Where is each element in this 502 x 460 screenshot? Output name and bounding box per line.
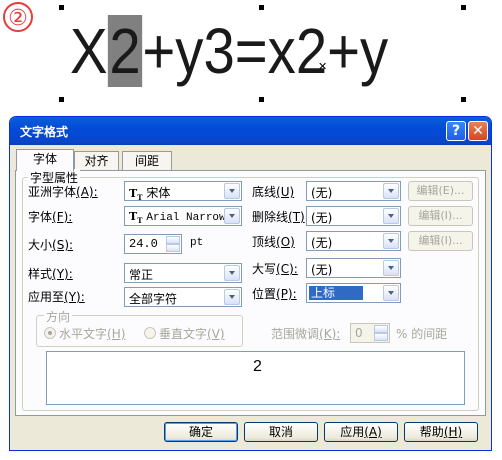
asian-font-label: 亚洲字体(A): (28, 185, 98, 199)
size-stepper[interactable]: 24.0 (124, 234, 182, 254)
cancel-button[interactable]: 取消 (244, 422, 318, 442)
position-select[interactable]: 上标 (306, 283, 401, 303)
caps-label: 大写(C): (252, 262, 298, 276)
ok-button[interactable]: 确定 (164, 422, 238, 442)
edit-underline-button[interactable]: 编辑(E)... (408, 181, 473, 201)
font-label: 字体(F): (28, 210, 73, 224)
crosshair-cursor-icon: ✕ (318, 60, 328, 73)
chevron-down-icon[interactable] (383, 183, 399, 199)
position-label: 位置(P): (252, 287, 297, 301)
apply-to-select[interactable]: 全部字符 (124, 287, 242, 307)
range-label: 范围微调(K): (271, 327, 341, 341)
chevron-down-icon[interactable] (224, 208, 240, 224)
apply-button[interactable]: 应用(A) (324, 422, 398, 442)
style-label: 样式(Y): (28, 267, 73, 281)
chevron-down-icon[interactable] (224, 289, 240, 305)
close-button[interactable]: ✕ (468, 121, 488, 141)
asian-font-select[interactable]: TT 宋体 (124, 181, 242, 203)
chevron-down-icon[interactable] (383, 208, 399, 224)
chevron-down-icon[interactable] (383, 285, 399, 301)
tab-align[interactable]: 对齐 (74, 151, 119, 170)
font-tab-panel: 字型属性 亚洲字体(A): TT 宋体 字体(F): TT Arial Narrow… (15, 169, 486, 416)
help-title-button[interactable]: ? (446, 121, 466, 141)
preview-box: 2 (46, 351, 465, 405)
formula-equation[interactable]: X2+y3=x2+y (70, 6, 388, 96)
range-suffix: % 的间距 (396, 327, 448, 341)
spin-up-icon[interactable] (166, 236, 180, 244)
formula-after: +y3=x2+y (142, 15, 389, 87)
size-unit-label: pt (190, 237, 204, 249)
underline-label: 底线(U) (252, 185, 295, 199)
chevron-down-icon[interactable] (383, 233, 399, 249)
direction-group-label: 方向 (44, 308, 73, 325)
strikethrough-select[interactable]: (无) (306, 206, 401, 226)
strikethrough-label: 删除线(T) (252, 210, 305, 224)
chevron-down-icon[interactable] (224, 265, 240, 281)
style-select[interactable]: 常正 (124, 263, 242, 283)
selection-handle-bm[interactable] (259, 97, 264, 102)
edit-strikethrough-button[interactable]: 编辑(I)... (408, 206, 473, 226)
selection-handle-tl[interactable] (59, 5, 64, 10)
size-label: 大小(S): (28, 238, 74, 252)
underline-select[interactable]: (无) (306, 181, 401, 201)
spin-up-icon[interactable] (374, 325, 388, 333)
preview-text: 2 (253, 358, 262, 375)
tab-font[interactable]: 字体 (16, 149, 74, 171)
step-marker: ② (3, 2, 33, 32)
font-select[interactable]: TT Arial Narrow (124, 206, 242, 226)
caps-select[interactable]: (无) (306, 258, 401, 278)
truetype-icon: TT (129, 210, 143, 226)
chevron-down-icon[interactable] (383, 260, 399, 276)
selection-handle-tr[interactable] (461, 5, 466, 10)
spin-down-icon[interactable] (374, 333, 388, 341)
text-format-dialog: 文字格式 ? ✕ 字体 对齐 间距 字型属性 亚洲字体(A): TT 宋体 字体(… (9, 116, 492, 451)
selection-handle-bl[interactable] (59, 97, 64, 102)
dialog-title: 文字格式 (20, 125, 69, 139)
help-button[interactable]: 帮助(H) (404, 422, 478, 442)
overline-select[interactable]: (无) (306, 231, 401, 251)
horizontal-text-radio[interactable] (44, 327, 56, 339)
vertical-text-label: 垂直文字(V) (159, 327, 225, 341)
dialog-titlebar[interactable]: 文字格式 ? ✕ (10, 117, 491, 145)
apply-to-label: 应用至(Y): (28, 290, 85, 304)
spin-down-icon[interactable] (166, 244, 180, 252)
truetype-icon: TT (129, 187, 143, 203)
formula-selected-char: 2 (107, 15, 143, 87)
edit-overline-button[interactable]: 编辑(I)... (408, 231, 473, 251)
range-stepper[interactable]: 0 (350, 323, 390, 343)
vertical-text-radio[interactable] (144, 327, 156, 339)
formula-text-object[interactable]: X2+y3=x2+y ✕ (59, 5, 466, 102)
overline-label: 顶线(O) (252, 235, 295, 249)
horizontal-text-label: 水平文字(H) (59, 327, 126, 341)
tab-spacing[interactable]: 间距 (122, 151, 172, 170)
selection-handle-br[interactable] (461, 97, 466, 102)
chevron-down-icon[interactable] (224, 183, 240, 199)
formula-before: X (70, 15, 108, 87)
